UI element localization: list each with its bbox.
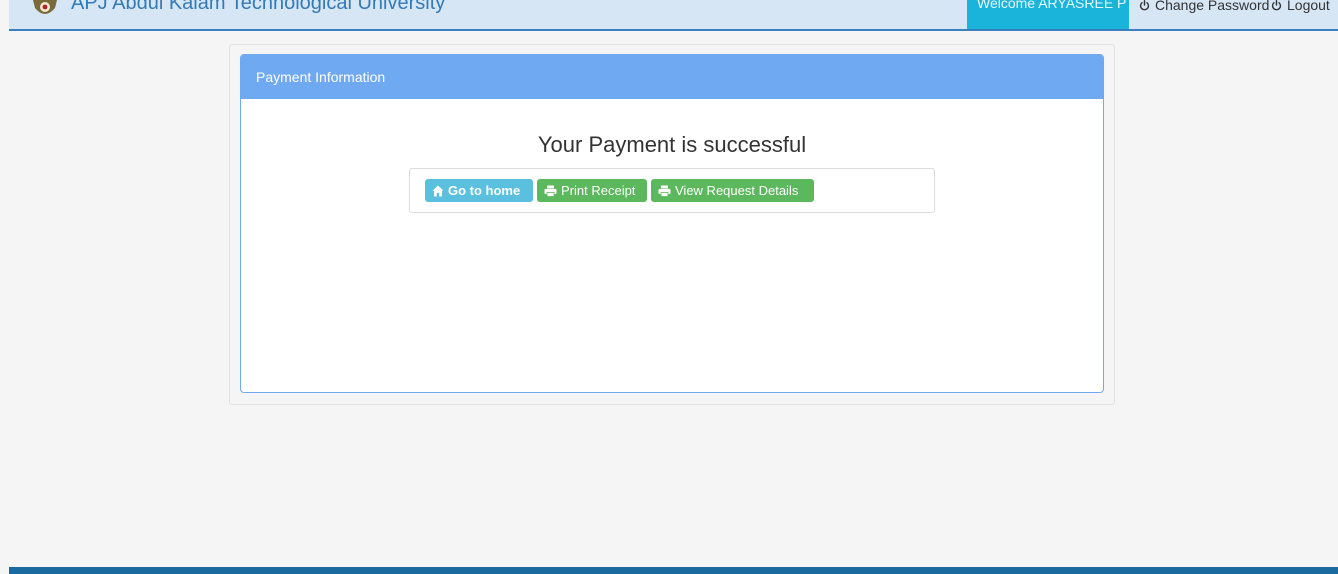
- print-receipt-button[interactable]: Print Receipt: [537, 179, 647, 202]
- go-to-home-label: Go to home: [448, 183, 521, 198]
- footer-bar: [9, 567, 1338, 574]
- university-name[interactable]: APJ Abdul Kalam Technological University: [71, 0, 445, 15]
- power-icon: [1271, 0, 1282, 11]
- logout-link[interactable]: Logout: [1271, 0, 1330, 14]
- print-icon: [544, 185, 557, 197]
- change-password-label: Change Password: [1155, 0, 1270, 13]
- print-receipt-label: Print Receipt: [561, 183, 636, 198]
- print-icon: [658, 185, 671, 197]
- go-to-home-button[interactable]: Go to home: [425, 179, 533, 202]
- action-button-group: Go to home Print Receipt View Request De…: [409, 168, 935, 213]
- home-icon: [432, 185, 444, 197]
- welcome-text: Welcome ARYASREE P R: [977, 0, 1129, 11]
- welcome-user-badge[interactable]: Welcome ARYASREE P R: [967, 0, 1129, 29]
- university-logo: [33, 0, 57, 14]
- top-navbar: APJ Abdul Kalam Technological University…: [9, 0, 1338, 31]
- view-request-details-label: View Request Details: [675, 183, 799, 198]
- payment-success-message: Your Payment is successful: [537, 132, 807, 157]
- payment-info-panel: Payment Information Your Payment is succ…: [240, 54, 1104, 393]
- logout-label: Logout: [1287, 0, 1330, 13]
- change-password-link[interactable]: Change Password: [1139, 0, 1269, 14]
- view-request-details-button[interactable]: View Request Details: [651, 179, 814, 202]
- panel-heading: Payment Information: [241, 55, 1103, 99]
- power-icon: [1139, 0, 1150, 11]
- content-well: Payment Information Your Payment is succ…: [229, 44, 1115, 405]
